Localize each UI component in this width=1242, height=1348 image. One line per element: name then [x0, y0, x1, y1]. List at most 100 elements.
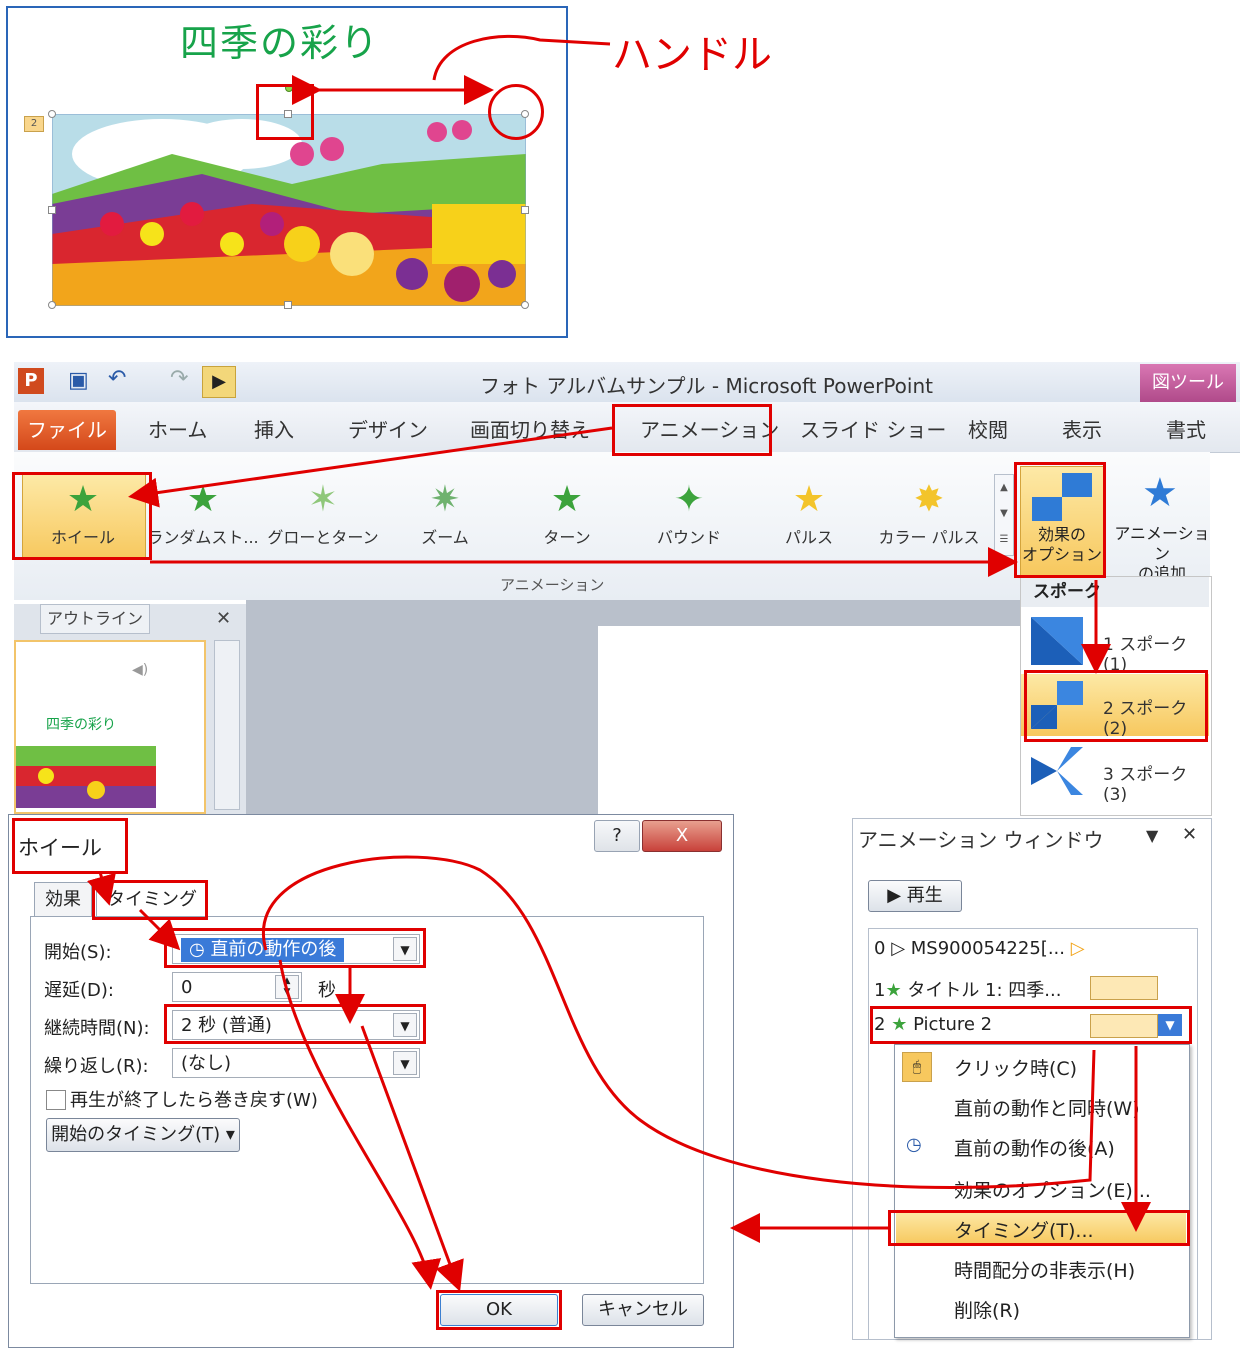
resize-handle-sw[interactable] [48, 301, 56, 309]
tab-format[interactable]: 書式 [1166, 414, 1206, 443]
menu-hide-timeline[interactable]: 時間配分の非表示(H) [954, 1256, 1135, 1283]
repeat-select[interactable]: (なし) ▼ [172, 1048, 420, 1078]
slide-title: 四季の彩り [180, 21, 381, 65]
chevron-down-icon[interactable]: ▼ [393, 1051, 417, 1075]
three-spoke-icon [1031, 747, 1083, 795]
annotation-box-duration [164, 1004, 426, 1044]
delay-value: 0 [181, 977, 193, 998]
delay-unit: 秒 [318, 980, 336, 1001]
effect-zoom[interactable]: ✷ ズーム [384, 472, 506, 558]
spoke-option-3[interactable]: 3 スポーク(3) [1021, 740, 1209, 805]
annotation-box-effect-options [1014, 462, 1106, 578]
animation-pane-title: アニメーション ウィンドウ [858, 828, 1104, 852]
tab-file[interactable]: ファイル [18, 410, 116, 450]
help-button[interactable]: ? [594, 820, 640, 852]
animation-row-0[interactable]: 0 ▷ MS900054225[... ▷ [874, 938, 1085, 959]
save-icon[interactable]: ▣ [68, 368, 89, 393]
menu-on-click[interactable]: クリック時(C) [954, 1054, 1077, 1081]
annotation-box-start [164, 928, 426, 968]
undo-icon[interactable]: ↶ [108, 366, 126, 391]
duration-label: 継続時間(N): [44, 1018, 150, 1039]
resize-handle-w[interactable] [48, 206, 56, 214]
resize-handle-e[interactable] [521, 206, 529, 214]
annotation-box-animations-tab [612, 404, 772, 456]
effect-pulse-label: パルス [784, 528, 833, 547]
delay-input[interactable]: 0 ▲ ▼ [172, 972, 302, 1002]
spoke-option-3-label: 3 スポーク(3) [1103, 765, 1188, 805]
menu-remove[interactable]: 削除(R) [954, 1296, 1020, 1323]
effect-grow-turn-label: グローとターン [267, 528, 379, 547]
tab-slideshow[interactable]: スライド ショー [800, 414, 946, 443]
thumbnail-title: 四季の彩り [46, 717, 116, 733]
menu-with-previous[interactable]: 直前の動作と同時(W) [954, 1094, 1140, 1121]
delay-spinner-icon[interactable]: ▲ ▼ [275, 975, 299, 999]
flower-picture[interactable] [52, 114, 526, 306]
rewind-label: 再生が終了したら巻き戻す(W) [70, 1090, 318, 1111]
effect-grow-turn[interactable]: ✶ グローとターン [262, 472, 384, 558]
spoke-option-1[interactable]: 1 スポーク(1) [1021, 610, 1209, 675]
slideshow-icon[interactable]: ▶ [202, 366, 236, 398]
effect-bounce[interactable]: ✦ バウンド [628, 472, 750, 558]
annotation-box-timing-menu [888, 1210, 1190, 1246]
tab-insert[interactable]: 挿入 [254, 414, 294, 443]
annotation-box-timing-tab [92, 880, 208, 920]
thumbnail-scrollbar[interactable] [214, 640, 240, 810]
bounce-star-icon: ✦ [673, 479, 705, 520]
random-bars-star-icon: ★ [186, 479, 220, 520]
annotation-box-handle [256, 84, 314, 140]
tab-effect[interactable]: 効果 [34, 882, 92, 917]
color-pulse-star-icon: ✸ [913, 479, 945, 520]
play-button[interactable]: ▶ 再生 [868, 880, 962, 912]
effect-bounce-label: バウンド [656, 528, 721, 547]
resize-handle-s[interactable] [284, 301, 292, 309]
tab-outline[interactable]: アウトライン [40, 604, 150, 634]
picture-tools-context: 図ツール [1140, 364, 1236, 402]
tab-home[interactable]: ホーム [148, 414, 207, 443]
repeat-label: 繰り返し(R): [44, 1056, 149, 1077]
menu-effect-options[interactable]: 効果のオプション(E)... [954, 1176, 1151, 1203]
grow-turn-star-icon: ✶ [307, 479, 339, 520]
rewind-checkbox[interactable] [46, 1090, 66, 1110]
effect-pulse[interactable]: ★ パルス [748, 472, 870, 558]
close-button[interactable]: X [642, 820, 722, 852]
menu-after-previous[interactable]: 直前の動作の後(A) [954, 1134, 1115, 1161]
annotation-box-two-spokes [1024, 670, 1208, 742]
effect-color-pulse[interactable]: ✸ カラー パルス [868, 472, 990, 558]
animation-row-1[interactable]: 1★ タイトル 1: 四季... [874, 976, 1061, 1002]
media-play-icon: ▷ [891, 938, 906, 959]
tab-view[interactable]: 表示 [1062, 414, 1102, 443]
row-number: 1 [874, 980, 886, 1001]
annotation-box-ok [436, 1290, 562, 1330]
handle-annotation-label: ハンドル [612, 32, 772, 78]
effect-color-pulse-label: カラー パルス [878, 528, 980, 547]
cancel-button[interactable]: キャンセル [582, 1294, 704, 1326]
add-animation-button[interactable]: ★ アニメーション の追加 [1112, 466, 1212, 583]
tab-review[interactable]: 校閲 [968, 414, 1008, 443]
row-name: タイトル 1: 四季... [907, 980, 1062, 1001]
tab-transitions[interactable]: 画面切り替え [470, 414, 590, 443]
repeat-value: (なし) [181, 1053, 232, 1074]
window-title: フォト アルバムサンプル - Microsoft PowerPoint [480, 374, 933, 398]
entrance-star-icon: ★ [885, 980, 902, 1001]
row-number: 0 [874, 938, 886, 959]
delay-label: 遅延(D): [44, 980, 114, 1001]
pane-close-icon[interactable]: ✕ [1182, 824, 1197, 845]
effect-zoom-label: ズーム [421, 528, 469, 547]
triggers-button[interactable]: 開始のタイミング(T) ▾ [46, 1118, 240, 1152]
tab-design[interactable]: デザイン [348, 414, 428, 443]
resize-handle-nw[interactable] [48, 110, 56, 118]
effect-random-bars[interactable]: ★ ランダムスト... [142, 472, 264, 558]
sound-icon: ◀) [132, 662, 149, 678]
effect-turn[interactable]: ★ ターン [506, 472, 628, 558]
redo-icon[interactable]: ↷ [170, 366, 188, 391]
resize-handle-se[interactable] [521, 301, 529, 309]
mouse-click-icon: 🖱 [902, 1052, 932, 1082]
clock-icon: ◷ [906, 1134, 922, 1155]
pane-menu-icon[interactable]: ▼ [1146, 826, 1158, 845]
animation-group-label: アニメーション [500, 576, 605, 594]
effect-turn-label: ターン [543, 528, 591, 547]
annotation-box-picture-row [870, 1006, 1192, 1044]
turn-star-icon: ★ [550, 479, 584, 520]
outline-close-icon[interactable]: ✕ [216, 608, 231, 629]
gallery-scroll[interactable]: ▲ ▼ ☰ [994, 474, 1014, 556]
